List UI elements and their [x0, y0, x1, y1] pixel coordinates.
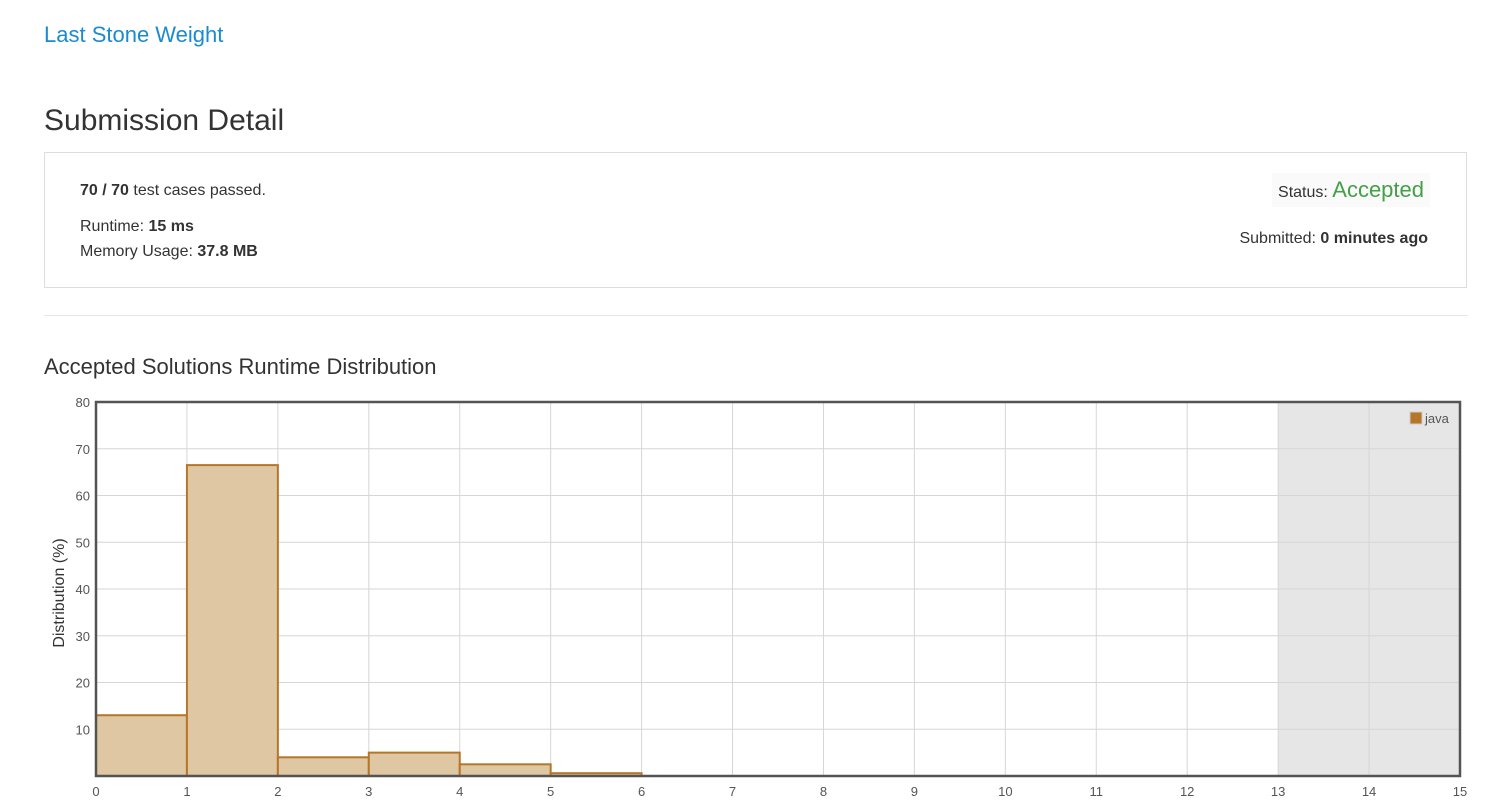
- status-label: Status:: [1278, 184, 1333, 201]
- histogram-bar: [276, 756, 370, 777]
- legend-swatch: [1409, 411, 1423, 425]
- page-title: Submission Detail: [44, 104, 285, 137]
- y-tick-label: 10: [76, 722, 90, 737]
- x-tick-label: 4: [456, 784, 463, 799]
- y-tick-label: 50: [76, 535, 90, 550]
- submitted-label: Submitted:: [1239, 230, 1321, 247]
- runtime-distribution-chart: 0 1 2 3 4 5 6 7 8 9 10 11 12 13 14 151020304050607080Di…: [51, 395, 1467, 799]
- legend-label: java: [1424, 411, 1450, 426]
- x-tick-label: 15: [1453, 784, 1467, 799]
- runtime-value: 15 ms: [148, 218, 194, 235]
- section-divider: [44, 315, 1468, 316]
- memory-label: Memory Usage:: [80, 243, 198, 260]
- submission-detail-panel: 70 / 70 test cases passed. Runtime: 15 m…: [44, 152, 1467, 288]
- x-tick-label: 3: [365, 784, 372, 799]
- y-tick-label: 40: [76, 582, 90, 597]
- histogram-bar: [458, 763, 552, 777]
- y-tick-label: 20: [76, 676, 90, 691]
- x-tick-label: 7: [729, 784, 736, 799]
- x-tick-label: 11: [1090, 784, 1104, 799]
- test-cases-summary: 70 / 70 test cases passed.: [80, 182, 266, 200]
- cases-separator: /: [97, 182, 112, 199]
- submitted-row: Submitted: 0 minutes ago: [1239, 230, 1428, 248]
- y-tick-label: 60: [76, 489, 90, 504]
- x-tick-label: 0: [92, 784, 99, 799]
- submitted-value: 0 minutes ago: [1320, 230, 1428, 247]
- x-tick-label: 1: [183, 784, 190, 799]
- x-tick-label: 13: [1271, 784, 1285, 799]
- cases-suffix: test cases passed.: [128, 182, 266, 199]
- histogram-bar: [95, 714, 188, 778]
- y-tick-label: 30: [76, 629, 90, 644]
- runtime-row: Runtime: 15 ms: [80, 218, 194, 236]
- x-tick-label: 14: [1362, 784, 1376, 799]
- histogram-bar: [185, 464, 279, 778]
- x-tick-label: 12: [1180, 784, 1194, 799]
- x-tick-label: 10: [998, 784, 1012, 799]
- y-axis-title: Distribution (%): [51, 538, 68, 647]
- status-badge: Status: Accepted: [1272, 173, 1430, 207]
- y-tick-label: 70: [76, 442, 90, 457]
- passed-count: 70: [80, 182, 98, 199]
- memory-value: 37.8 MB: [197, 243, 258, 260]
- y-tick-label: 80: [76, 395, 90, 410]
- status-value: Accepted: [1332, 177, 1424, 202]
- histogram-bar: [367, 751, 461, 777]
- distribution-heading: Accepted Solutions Runtime Distribution: [44, 354, 437, 379]
- problem-title-link[interactable]: Last Stone Weight: [44, 22, 223, 48]
- x-tick-label: 9: [911, 784, 918, 799]
- memory-row: Memory Usage: 37.8 MB: [80, 243, 258, 261]
- total-count: 70: [111, 182, 129, 199]
- x-tick-label: 5: [547, 784, 554, 799]
- x-tick-label: 2: [274, 784, 281, 799]
- x-tick-label: 6: [638, 784, 645, 799]
- runtime-label: Runtime:: [80, 218, 149, 235]
- x-tick-label: 8: [820, 784, 827, 799]
